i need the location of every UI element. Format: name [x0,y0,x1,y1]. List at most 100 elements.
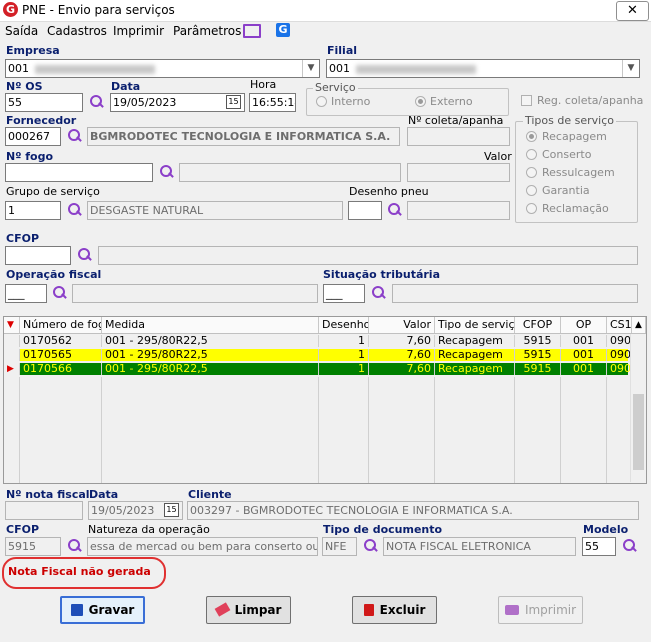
col-valor-header[interactable]: Valor [369,317,435,333]
app-icon: G [3,2,18,17]
grid-line [434,377,435,483]
calendar-icon[interactable]: 15 [226,95,241,109]
search-icon[interactable] [385,201,403,219]
situacao-field[interactable]: ___ [323,284,365,303]
search-icon[interactable] [87,93,105,111]
valor-label: Valor [484,150,512,163]
desenho-field[interactable] [348,201,382,220]
ressulcagem-radio[interactable] [526,167,537,178]
valor-field [407,163,510,182]
externo-radio[interactable] [415,96,426,107]
chevron-up-icon[interactable]: ▲ [632,317,646,333]
fogo-desc-field [179,163,401,182]
hora-label: Hora [250,78,277,91]
filial-combo[interactable]: 001 ▼ [326,59,640,78]
search-icon[interactable] [75,246,93,264]
col-cfop-header[interactable]: CFOP [515,317,561,333]
conserto-radio[interactable] [526,149,537,160]
print-button[interactable]: Imprimir [498,596,583,624]
filial-value: 001 [329,62,350,75]
scrollbar-thumb[interactable] [633,394,644,470]
close-button[interactable]: ✕ [616,1,649,21]
menu-bar: Saída Cadastros Imprimir Parâmetros G [0,22,651,40]
cell-valor: 7,60 [369,335,435,347]
status-message: Nota Fiscal não gerada [8,565,151,578]
cfop-bottom-field: 5915 [5,537,61,556]
search-icon[interactable] [50,284,68,302]
g-app-icon[interactable]: G [276,23,290,37]
col-medida-header[interactable]: Medida [102,317,319,333]
cfop-top-field[interactable] [5,246,71,265]
cell-cs: 090 [607,349,632,361]
cell-fogo: 0170565 [20,349,102,361]
table-row-selected[interactable]: ▶ 0170566 001 - 295/80R22,5 1 7,60 Recap… [4,363,632,375]
col-cs-header[interactable]: CS1 [607,317,632,333]
calendar-icon[interactable]: 15 [164,503,179,517]
menu-cadastros[interactable]: Cadastros [47,24,107,38]
cliente-field: 003297 - BGMRODOTEC TECNOLOGIA E INFORMA… [187,501,639,520]
tipos-legend: Tipos de serviço [523,114,616,127]
grid-scrollbar[interactable] [630,334,646,482]
interno-radio[interactable] [316,96,327,107]
chevron-down-icon[interactable]: ▼ [302,60,319,77]
filial-label: Filial [327,44,358,57]
col-desenho-header[interactable]: Desenho [319,317,369,333]
col-fogo-header[interactable]: Número de fogo [20,317,102,333]
menu-saida[interactable]: Saída [5,24,38,38]
clear-button[interactable]: Limpar [206,596,291,624]
grid-line [368,377,369,483]
cell-cs: 090 [607,363,632,375]
operacao-field[interactable]: ___ [5,284,47,303]
cell-cfop: 5915 [515,349,561,361]
ressulcagem-label: Ressulcagem [542,166,615,179]
modelo-field[interactable]: 55 [582,537,616,556]
save-button[interactable]: Gravar [60,596,145,624]
delete-button[interactable]: Excluir [352,596,437,624]
table-row[interactable]: 0170562 001 - 295/80R22,5 1 7,60 Recapag… [4,335,632,347]
data-field[interactable]: 19/05/2023 [110,93,245,112]
chevron-down-icon[interactable]: ▼ [622,60,639,77]
search-icon[interactable] [65,201,83,219]
row-indicator [4,335,20,347]
fogo-field[interactable] [5,163,153,182]
search-icon[interactable] [361,537,379,555]
recapagem-radio[interactable] [526,131,537,142]
col-op-header[interactable]: OP [561,317,607,333]
items-grid[interactable]: ▼ Número de fogo Medida Desenho Valor Ti… [3,316,647,484]
search-icon[interactable] [369,284,387,302]
reg-coleta-checkbox[interactable] [521,95,532,106]
grupo-name-field: DESGASTE NATURAL [87,201,343,220]
servico-legend: Serviço [313,81,358,94]
search-icon[interactable] [157,163,175,181]
menu-parametros[interactable]: Parâmetros [173,24,241,38]
desenho-label: Desenho pneu [349,185,429,198]
grid-line [514,377,515,483]
cell-medida: 001 - 295/80R22,5 [102,363,319,375]
trash-icon [363,604,374,616]
col-tipo-header[interactable]: Tipo de serviço [435,317,515,333]
search-icon[interactable] [620,537,638,555]
cell-tipo: Recapagem [435,363,515,375]
data-label: Data [111,80,141,93]
floppy-disk-icon [70,604,83,616]
clear-label: Limpar [234,603,282,617]
grupo-code-field[interactable]: 1 [5,201,61,220]
reg-coleta-label: Reg. coleta/apanha [537,94,644,107]
cell-cfop: 5915 [515,363,561,375]
fornecedor-name-field: BGMRODOTEC TECNOLOGIA E INFORMATICA S.A. [87,127,400,146]
cfop-top-desc [98,246,638,265]
search-icon[interactable] [65,127,83,145]
monitor-icon[interactable] [243,24,261,38]
reclamacao-radio[interactable] [526,203,537,214]
os-field[interactable]: 55 [5,93,83,112]
fornecedor-code-field[interactable]: 000267 [5,127,61,146]
table-row[interactable]: 0170565 001 - 295/80R22,5 1 7,60 Recapag… [4,349,632,361]
modelo-label: Modelo [583,523,629,536]
garantia-radio[interactable] [526,185,537,196]
cfop-top-label: CFOP [6,232,39,245]
menu-imprimir[interactable]: Imprimir [113,24,164,38]
cell-cfop: 5915 [515,335,561,347]
cell-medida: 001 - 295/80R22,5 [102,335,319,347]
search-icon[interactable] [65,537,83,555]
empresa-combo[interactable]: 001 ▼ [5,59,320,78]
